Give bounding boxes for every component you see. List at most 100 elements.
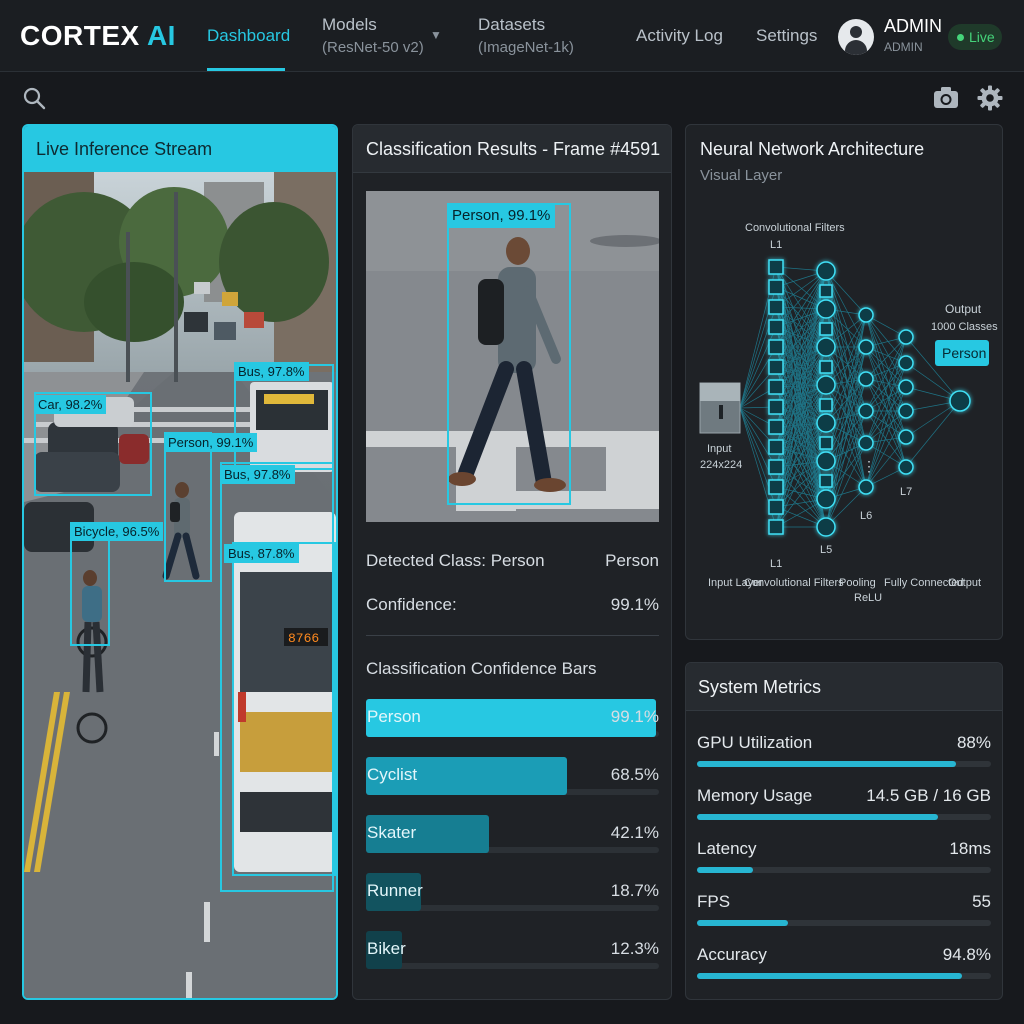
results-title: Classification Results - Frame #4591 [366, 139, 661, 159]
network-node [858, 435, 874, 451]
confidence-bar-biker: Biker 12.3% [366, 931, 659, 969]
network-node [858, 403, 874, 419]
network-node [816, 517, 836, 537]
metric-fill [697, 867, 753, 873]
metric-label: GPU Utilization [697, 733, 813, 752]
street-scene-image[interactable]: 8766 Bus, 97.8% Car, 98.2% Person, 99.1% [24, 172, 336, 998]
search-icon[interactable] [22, 86, 46, 110]
network-node [768, 479, 784, 495]
avatar-shoulders [845, 40, 867, 55]
nav-settings[interactable]: Settings [756, 26, 817, 46]
nav-datasets-sub: (ImageNet-1k) [478, 39, 574, 56]
nav-models-sub: (ResNet-50 v2) [322, 39, 424, 56]
ellipsis-dots: ⋮ [862, 458, 876, 474]
detection-label-person: Person, 99.1% [164, 433, 258, 452]
input-thumbnail-person [719, 405, 723, 419]
metric-value: 18ms [949, 839, 991, 858]
network-node [768, 519, 784, 535]
stream-header: Live Inference Stream [24, 126, 336, 172]
label-classes: 1000 Classes [931, 321, 998, 333]
nav-active-indicator [207, 68, 285, 71]
detected-class-value: Person [605, 551, 659, 570]
network-node [898, 403, 914, 419]
metric-label: Memory Usage [697, 786, 813, 805]
nav-dashboard[interactable]: Dashboard [207, 26, 290, 46]
frame-image[interactable]: Person, 99.1% [366, 191, 659, 522]
network-node [768, 279, 784, 295]
label-input-size: 224x224 [700, 459, 742, 471]
live-status-badge: Live [948, 24, 1002, 50]
user-name[interactable]: ADMIN [884, 16, 942, 37]
network-node [819, 474, 833, 488]
gear-icon[interactable] [977, 85, 1003, 111]
bar-label: Cyclist [367, 765, 418, 784]
tag-l7: L7 [900, 486, 912, 498]
results-header: Classification Results - Frame #4591 [353, 125, 671, 173]
metric-label: Latency [697, 839, 757, 858]
bar-label: Person [367, 707, 421, 726]
frame-detection-label: Person, 99.1% [447, 203, 556, 228]
network-node [768, 319, 784, 335]
metric-value: 55 [972, 892, 991, 911]
confidence-bar-person: Person 99.1% [366, 699, 659, 737]
label-input: Input [707, 443, 731, 455]
output-class-badge-text: Person [942, 345, 986, 361]
nav-datasets-label: Datasets [478, 15, 546, 34]
results-divider [366, 635, 659, 636]
top-nav: CORTEX AI Dashboard Models (ResNet-50 v2… [0, 0, 1024, 72]
nav-datasets[interactable]: Datasets (ImageNet-1k) [478, 15, 574, 56]
tag-l1: L1 [770, 558, 782, 570]
metric-track [697, 867, 991, 873]
bar-label: Runner [367, 881, 423, 900]
detection-label-bus-3: Bus, 87.8% [224, 544, 299, 563]
network-node [819, 398, 833, 412]
network-node [768, 339, 784, 355]
tag-l5: L5 [820, 544, 832, 556]
metric-track [697, 761, 991, 767]
camera-icon[interactable] [933, 86, 959, 110]
network-node [768, 359, 784, 375]
network-node [898, 459, 914, 475]
bar-value: 99.1% [610, 707, 659, 726]
metric-fill [697, 814, 939, 820]
frame-detection-box [447, 203, 571, 505]
user-avatar-icon[interactable] [838, 19, 874, 55]
network-node [898, 429, 914, 445]
network-node [858, 339, 874, 355]
detection-label-bicycle: Bicycle, 96.5% [70, 522, 164, 541]
detection-label-bus-2: Bus, 97.8% [220, 465, 295, 484]
network-node [898, 329, 914, 345]
bar-value: 42.1% [610, 823, 659, 842]
metric-fill [697, 761, 956, 767]
network-node [819, 322, 833, 336]
classification-results-panel: Classification Results - Frame #4591 Per [352, 124, 672, 1000]
detection-box-person[interactable] [164, 432, 212, 582]
network-node [768, 499, 784, 515]
bar-track [366, 963, 659, 969]
live-stream-panel: Live Inference Stream 8766 Bus, 97.8% Ca… [22, 124, 338, 1000]
chevron-down-icon[interactable]: ▼ [430, 28, 442, 42]
label-l1-top: L1 [770, 239, 782, 251]
detection-box-bus-3[interactable] [232, 542, 336, 876]
network-node [858, 371, 874, 387]
bar-value: 68.5% [610, 765, 659, 784]
network-connection [739, 346, 777, 409]
metric-label: FPS [697, 892, 731, 911]
network-node [898, 355, 914, 371]
metrics-header: System Metrics [686, 663, 1002, 711]
brand-accent: AI [146, 20, 176, 51]
bottom-label-conv: Convolutional Filters [744, 577, 844, 589]
confidence-label: Confidence: [366, 595, 457, 614]
nav-activity-log[interactable]: Activity Log [636, 26, 723, 46]
network-node [816, 451, 836, 471]
metric-value: 94.8% [942, 945, 991, 964]
label-conv-filters-top: Convolutional Filters [745, 222, 845, 234]
network-node [816, 375, 836, 395]
network-node [816, 337, 836, 357]
brand-logo[interactable]: CORTEX AI [20, 20, 176, 52]
nav-models[interactable]: Models (ResNet-50 v2) [322, 15, 424, 56]
bar-label: Biker [367, 939, 406, 958]
bar-value: 18.7% [610, 881, 659, 900]
input-thumbnail-sky [700, 383, 740, 401]
network-node [816, 413, 836, 433]
